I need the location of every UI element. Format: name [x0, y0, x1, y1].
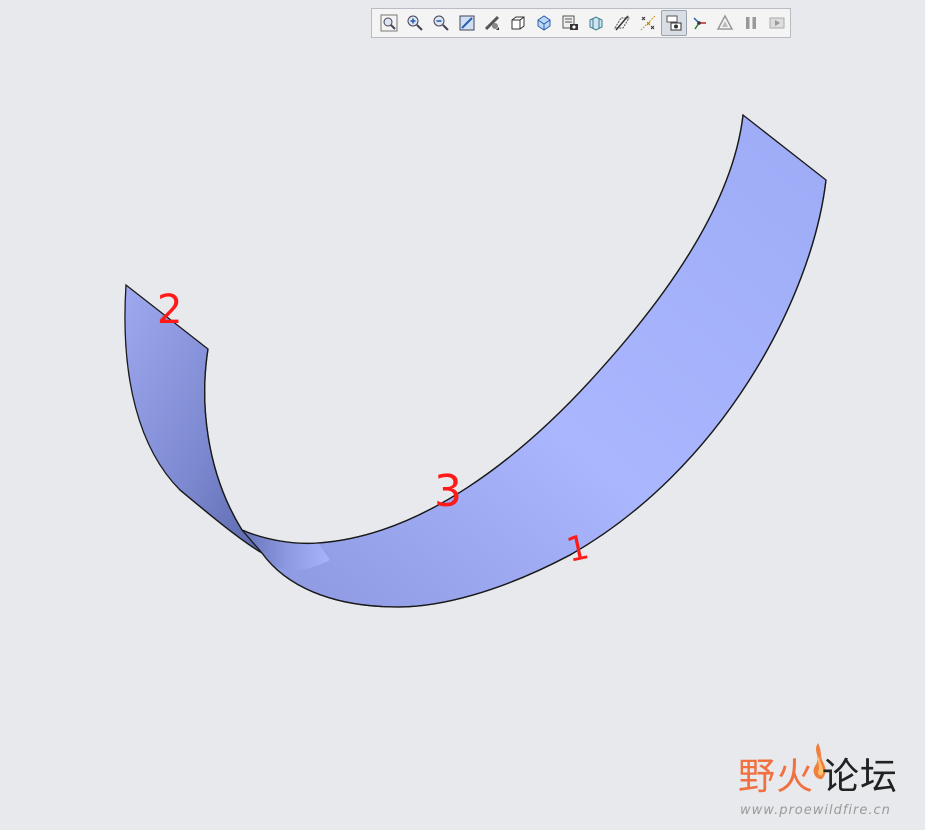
watermark-url: www.proewildfire.cn — [740, 803, 891, 818]
watermark-forum-text: 论坛 — [822, 755, 898, 798]
zoom-out-button[interactable] — [428, 10, 454, 36]
perspective-view-button[interactable] — [480, 10, 506, 36]
annotation-display-button[interactable] — [660, 10, 687, 36]
watermark-fire-text: 野火 — [738, 755, 814, 798]
edge-marker-3: 3 — [434, 466, 462, 517]
surface-fold-band[interactable] — [242, 530, 330, 571]
edge-marker-2: 2 — [157, 287, 183, 333]
repaint-icon — [459, 15, 475, 31]
spin-center-icon — [693, 17, 707, 30]
simulation-display-icon — [717, 14, 734, 30]
zoom-in-icon — [407, 15, 423, 31]
watermark-logo: 野火 论坛 www.proewildfire.cn — [738, 742, 918, 822]
next-button[interactable] — [764, 10, 790, 36]
zoom-to-fit-icon — [380, 14, 398, 32]
datum-points-icon — [640, 15, 656, 31]
section-view-icon — [589, 16, 603, 31]
datum-points-button[interactable] — [635, 10, 661, 36]
watermark-title: 野火 论坛 — [738, 758, 898, 795]
graphics-viewport[interactable] — [0, 0, 925, 826]
surface-left-flap[interactable] — [124, 283, 263, 554]
zoom-in-button[interactable] — [402, 10, 428, 36]
view-manager-icon — [562, 15, 579, 30]
surface-main-band[interactable] — [241, 113, 827, 608]
pause-icon — [746, 17, 757, 29]
zoom-out-icon — [433, 15, 449, 31]
annotation-display-icon — [666, 15, 682, 31]
saved-orientations-icon — [537, 15, 551, 31]
repaint-button[interactable] — [454, 10, 480, 36]
display-style-button[interactable] — [505, 10, 531, 36]
display-style-icon — [511, 16, 525, 30]
view-manager-button[interactable] — [557, 10, 583, 36]
perspective-view-icon — [485, 15, 500, 31]
datum-display-filter-icon — [613, 15, 630, 31]
simulation-display-button[interactable] — [712, 10, 738, 36]
spin-center-button[interactable] — [687, 10, 713, 36]
zoom-to-fit-button[interactable] — [376, 10, 402, 36]
next-icon — [769, 17, 785, 29]
curved-surface-model[interactable] — [0, 0, 925, 826]
datum-display-filter-button[interactable] — [609, 10, 635, 36]
view-toolbar — [371, 8, 791, 38]
section-view-button[interactable] — [583, 10, 609, 36]
saved-orientations-button[interactable] — [531, 10, 557, 36]
pause-button[interactable] — [738, 10, 764, 36]
